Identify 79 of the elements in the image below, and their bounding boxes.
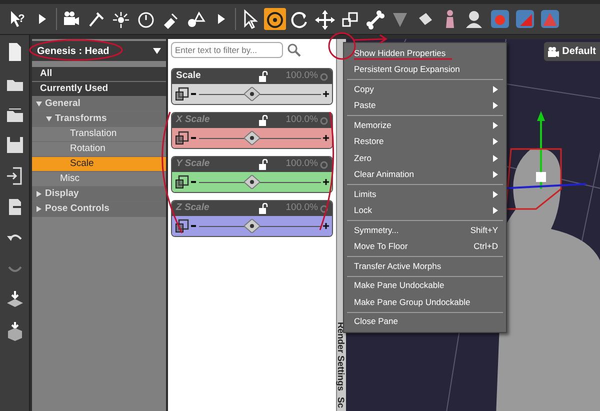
move-tool-button[interactable] bbox=[314, 8, 336, 30]
tree-item[interactable]: Scale bbox=[32, 157, 166, 172]
menu-item[interactable]: Limits bbox=[344, 186, 506, 202]
slider-thumb[interactable] bbox=[244, 175, 260, 189]
gear-icon bbox=[320, 72, 328, 80]
menu-item[interactable]: Lock bbox=[344, 202, 506, 219]
unlocked-padlock-icon bbox=[258, 159, 268, 170]
tree-item[interactable]: Translation bbox=[32, 127, 166, 142]
camera-button[interactable]: Default bbox=[544, 42, 600, 61]
play-icon bbox=[218, 14, 224, 24]
tree-item[interactable]: Currently Used bbox=[32, 82, 166, 97]
universal-tool-tool-button[interactable] bbox=[264, 8, 286, 30]
menu-item[interactable]: Symmetry... Shift+Y bbox=[344, 222, 506, 238]
minus-icon bbox=[191, 224, 197, 228]
bone-icon bbox=[364, 8, 386, 30]
gear-icon bbox=[320, 204, 328, 212]
plus-icon bbox=[323, 179, 329, 185]
filter-field[interactable]: Enter text to filter by... bbox=[171, 42, 283, 58]
annotation-arrow bbox=[354, 34, 388, 44]
tree-item[interactable]: All bbox=[32, 67, 166, 82]
slider-label: Z Scale bbox=[176, 201, 210, 216]
slider-label: X Scale bbox=[176, 113, 211, 128]
pointer-tool-button[interactable]: ? bbox=[4, 8, 28, 30]
play-icon bbox=[38, 14, 46, 24]
search-icon bbox=[287, 43, 301, 57]
menu-item[interactable]: Move To Floor Ctrl+D bbox=[344, 238, 506, 255]
annotation-circle bbox=[328, 32, 356, 60]
plus-icon bbox=[323, 135, 329, 141]
gear-icon bbox=[320, 116, 328, 124]
pyramid-icon bbox=[539, 8, 561, 30]
slider-value: 100.0% bbox=[286, 157, 318, 172]
dropdown-arrow-icon bbox=[153, 47, 161, 55]
tree-item[interactable]: Pose Controls bbox=[32, 202, 166, 217]
menu-item[interactable]: Make Pane Group Undockable bbox=[344, 294, 506, 310]
slider-thumb[interactable] bbox=[244, 87, 260, 101]
tree-item[interactable]: Misc bbox=[32, 172, 166, 187]
menu-item[interactable]: Clear Animation bbox=[344, 166, 506, 183]
slider-value: 100.0% bbox=[286, 69, 318, 84]
tree-item[interactable]: Transforms bbox=[32, 112, 166, 127]
unlocked-padlock-icon bbox=[258, 71, 268, 82]
pyramid-tool-button[interactable] bbox=[539, 8, 561, 30]
unlocked-padlock-icon bbox=[258, 115, 268, 126]
overlapping-squares-icon bbox=[175, 219, 189, 233]
plus-icon bbox=[323, 223, 329, 229]
slider-label: Scale bbox=[176, 69, 202, 84]
bone-tool-button[interactable] bbox=[364, 8, 386, 30]
camera-icon bbox=[548, 46, 560, 56]
menu-item[interactable]: Show Hidden Properties bbox=[344, 45, 506, 62]
menu-item[interactable]: Persistent Group Expansion bbox=[344, 62, 506, 78]
menu-item[interactable]: Paste bbox=[344, 98, 506, 114]
plus-icon bbox=[323, 91, 329, 97]
overlapping-squares-icon bbox=[175, 131, 189, 145]
tree-item[interactable]: Display bbox=[32, 187, 166, 202]
side-tab[interactable]: Sc bbox=[337, 394, 346, 411]
menu-item[interactable]: Make Pane Undockable bbox=[344, 278, 506, 294]
slider-value: 100.0% bbox=[286, 113, 318, 128]
slider-value: 100.0% bbox=[286, 201, 318, 216]
menu-item[interactable]: Close Pane bbox=[344, 314, 506, 330]
move-icon bbox=[314, 8, 336, 30]
menu-item[interactable]: Restore bbox=[344, 134, 506, 150]
tree-item[interactable]: General bbox=[32, 97, 166, 112]
menu-item[interactable]: Memorize bbox=[344, 117, 506, 134]
wedge-icon bbox=[514, 8, 536, 30]
slider-thumb[interactable] bbox=[244, 131, 260, 145]
slider-thumb[interactable] bbox=[244, 219, 260, 233]
node-selector[interactable]: Genesis : Head bbox=[32, 41, 166, 61]
minus-icon bbox=[191, 92, 197, 96]
overlapping-squares-icon bbox=[175, 87, 189, 101]
menu-item[interactable]: Transfer Active Morphs bbox=[344, 258, 506, 274]
overlapping-squares-icon bbox=[175, 175, 189, 189]
menu-item[interactable]: Zero bbox=[344, 150, 506, 166]
minus-icon bbox=[191, 136, 197, 140]
wedge-tool-button[interactable] bbox=[514, 8, 536, 30]
slider-label: Y Scale bbox=[176, 157, 211, 172]
unlocked-padlock-icon bbox=[258, 203, 268, 214]
menu-item[interactable]: Copy bbox=[344, 81, 506, 98]
minus-icon bbox=[191, 180, 197, 184]
tree-item[interactable]: Rotation bbox=[32, 142, 166, 157]
gear-icon bbox=[320, 160, 328, 168]
